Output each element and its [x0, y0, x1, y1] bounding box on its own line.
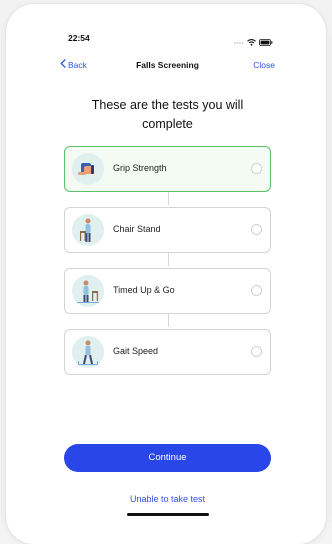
test-label: Gait Speed: [113, 346, 159, 356]
status-bar: 22:54: [52, 24, 283, 52]
close-button[interactable]: Close: [253, 60, 275, 70]
test-radio[interactable]: [251, 163, 262, 174]
test-radio[interactable]: [251, 224, 262, 235]
tests-heading: These are the tests you will complete: [91, 98, 244, 131]
continue-button[interactable]: Continue: [64, 444, 271, 472]
test-card-gait-speed[interactable]: Gait Speed: [64, 329, 271, 375]
test-label: Chair Stand: [113, 224, 161, 234]
test-radio[interactable]: [251, 285, 262, 296]
status-icons: [234, 33, 273, 51]
test-label: Grip Strength: [113, 163, 167, 173]
status-time: 22:54: [68, 33, 90, 43]
phone-screen: 22:54 Back Falls Screening Close These a…: [52, 24, 283, 522]
connector-line: [168, 253, 169, 266]
timed-up-and-go-illustration: [72, 275, 104, 307]
test-label: Timed Up & Go: [113, 285, 175, 295]
gait-speed-illustration: [72, 336, 104, 368]
test-card-grip-strength[interactable]: Grip Strength: [64, 146, 271, 192]
signal-icon: [234, 33, 244, 51]
grip-strength-illustration: [72, 153, 104, 185]
test-radio[interactable]: [251, 346, 262, 357]
wifi-icon: [247, 33, 256, 51]
connector-line: [168, 314, 169, 327]
test-card-chair-stand[interactable]: Chair Stand: [64, 207, 271, 253]
navigation-bar: Back Falls Screening Close: [52, 54, 283, 76]
test-card-timed-up-and-go[interactable]: Timed Up & Go: [64, 268, 271, 314]
chair-stand-illustration: [72, 214, 104, 246]
connector-line: [168, 192, 169, 205]
battery-icon: [259, 33, 273, 51]
unable-to-take-test-link[interactable]: Unable to take test: [52, 494, 283, 504]
home-indicator: [127, 513, 209, 516]
background: 22:54 Back Falls Screening Close These a…: [0, 0, 332, 544]
page-title: Falls Screening: [136, 60, 199, 70]
